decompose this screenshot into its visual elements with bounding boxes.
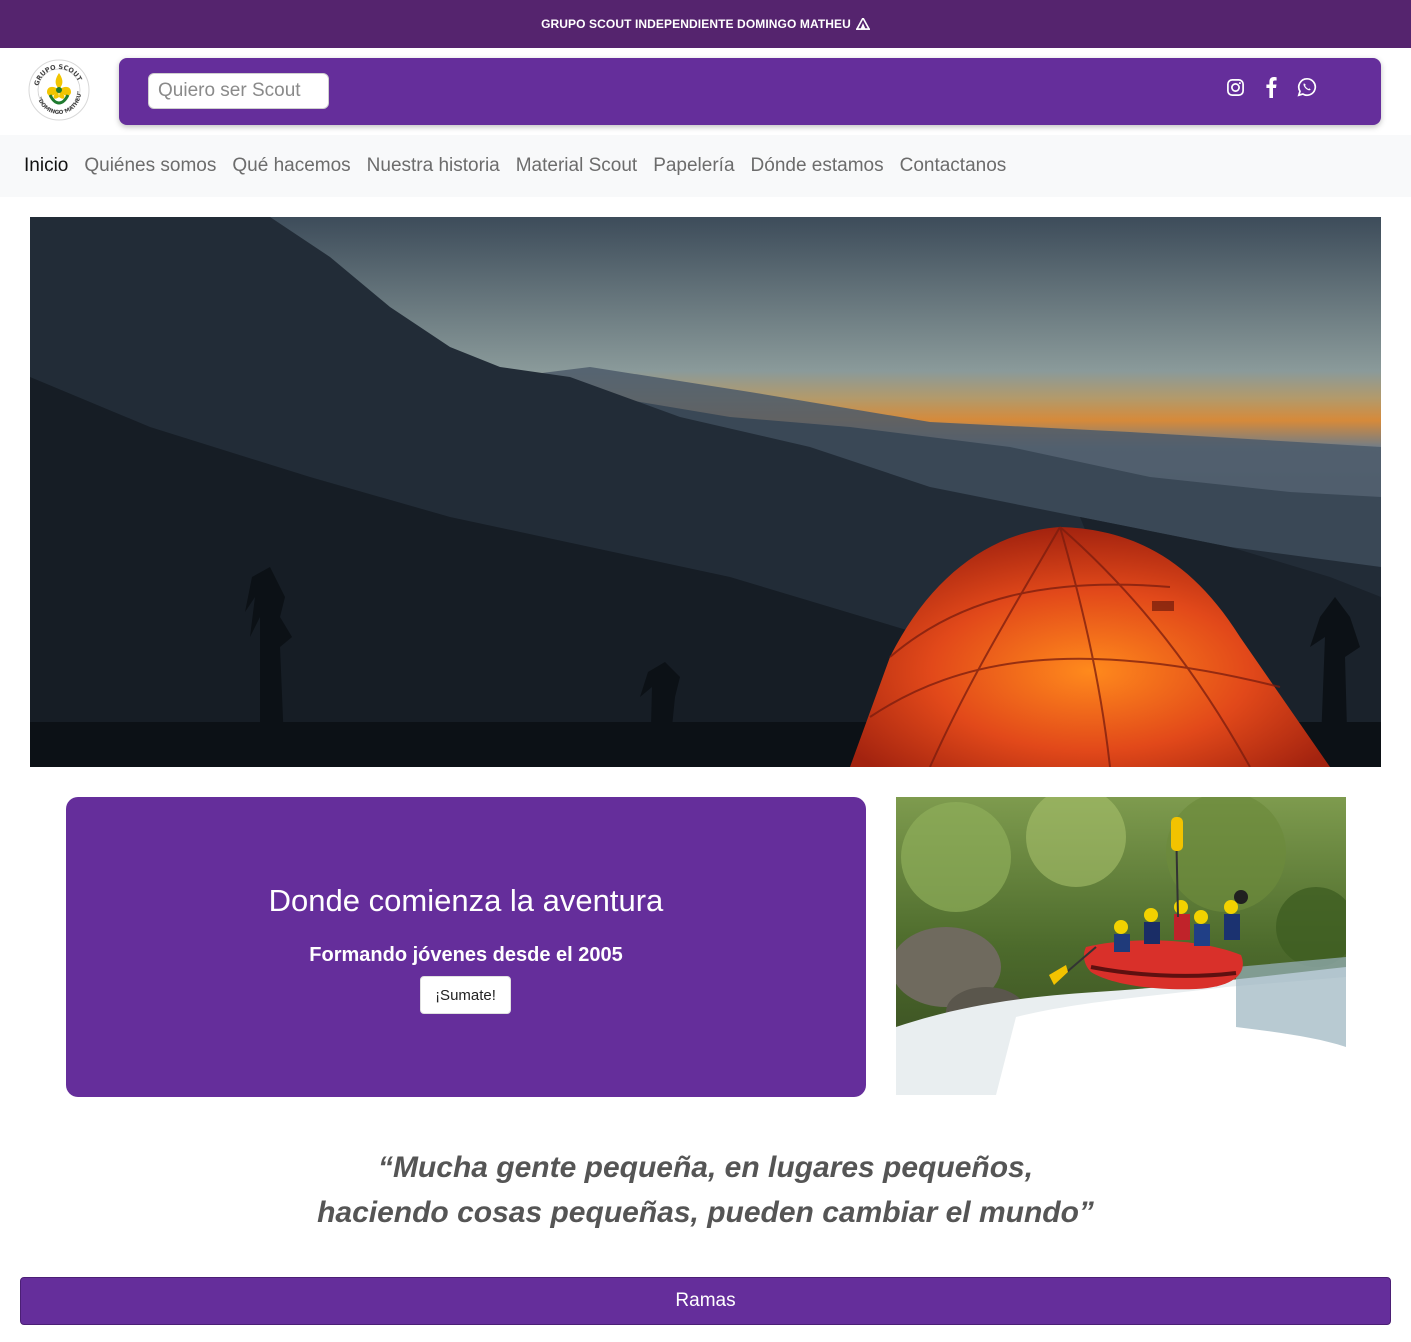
nav-item-material-scout[interactable]: Material Scout — [516, 155, 637, 177]
promo-title: Donde comienza la aventura — [268, 883, 664, 918]
whatsapp-icon[interactable] — [1297, 75, 1317, 99]
announcement-text: GRUPO SCOUT INDEPENDIENTE DOMINGO MATHEU — [541, 17, 851, 31]
nav-item-donde-estamos[interactable]: Dónde estamos — [751, 155, 884, 177]
ramas-label: Ramas — [675, 1290, 736, 1311]
rafting-photo — [896, 797, 1346, 1095]
quote-line-1: “Mucha gente pequeña, en lugares pequeño… — [377, 1151, 1034, 1184]
nav-item-papeleria[interactable]: Papelería — [653, 155, 734, 177]
scout-logo-emblem: GRUPO SCOUT "DOMINGO MATHEU" — [28, 59, 90, 121]
social-links — [1225, 75, 1317, 99]
nav-item-quienes-somos[interactable]: Quiénes somos — [84, 155, 216, 177]
scout-logo[interactable]: GRUPO SCOUT "DOMINGO MATHEU" — [28, 59, 90, 121]
promo-subtitle: Formando jóvenes desde el 2005 — [309, 944, 623, 966]
facebook-icon[interactable] — [1261, 75, 1281, 99]
nav-item-que-hacemos[interactable]: Qué hacemos — [232, 155, 350, 177]
tent-icon — [855, 18, 870, 30]
join-scouts-button[interactable]: Quiero ser Scout — [148, 73, 329, 109]
header-bar: Quiero ser Scout — [119, 58, 1381, 125]
main-nav: Inicio Quiénes somos Qué hacemos Nuestra… — [0, 135, 1411, 197]
site-header: GRUPO SCOUT "DOMINGO MATHEU" Quiero ser … — [0, 48, 1411, 135]
announcement-bar: GRUPO SCOUT INDEPENDIENTE DOMINGO MATHEU — [0, 0, 1411, 48]
rafting-image — [896, 797, 1346, 1095]
promo-card: Donde comienza la aventura Formando jóve… — [66, 797, 866, 1097]
join-button[interactable]: ¡Sumate! — [420, 976, 511, 1014]
quote-line-2: haciendo cosas pequeñas, pueden cambiar … — [317, 1196, 1094, 1229]
nav-item-inicio[interactable]: Inicio — [24, 155, 68, 177]
nav-item-contactanos[interactable]: Contactanos — [900, 155, 1007, 177]
instagram-icon[interactable] — [1225, 75, 1245, 99]
hero-image — [30, 217, 1381, 767]
ramas-section-header[interactable]: Ramas — [20, 1277, 1391, 1325]
nav-item-nuestra-historia[interactable]: Nuestra historia — [367, 155, 500, 177]
hero-landscape — [30, 217, 1381, 767]
